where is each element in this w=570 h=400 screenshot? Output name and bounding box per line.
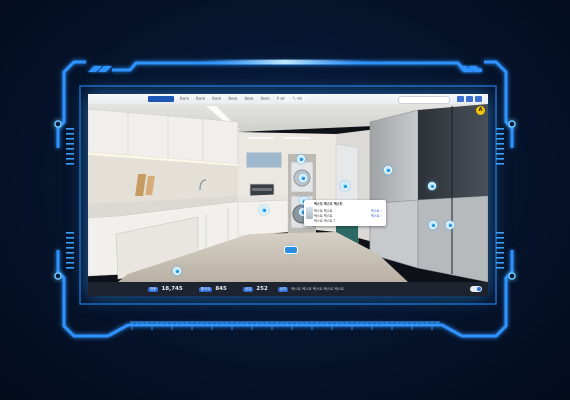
- hotspot-marker[interactable]: [428, 182, 436, 190]
- hotspot-marker[interactable]: [429, 221, 437, 229]
- window: [245, 151, 283, 169]
- nav-item[interactable]: Item: [261, 94, 270, 104]
- share-counter[interactable]: 공유 252: [242, 286, 268, 292]
- hud-side-ticks-right: [496, 128, 504, 269]
- watermark-text: TEXT: [276, 94, 309, 104]
- hud-top-light: [200, 60, 370, 64]
- stat-value: 18,745: [161, 286, 183, 292]
- hud-corner-stripes: [88, 66, 482, 72]
- nav-item[interactable]: Item: [244, 94, 253, 104]
- stat-value: 252: [256, 286, 268, 292]
- notice-ticker[interactable]: 공지 텍스트 텍스트 텍스트 텍스트 텍스트: [277, 286, 344, 292]
- nav-item[interactable]: Item: [180, 94, 189, 104]
- product-thumbnail: [306, 207, 313, 219]
- action-button[interactable]: [466, 96, 473, 102]
- notice-chip: 공지: [277, 286, 289, 292]
- like-counter[interactable]: 좋아요 845: [198, 286, 227, 292]
- stat-value: 845: [215, 286, 227, 292]
- hotspot-marker[interactable]: [260, 206, 268, 214]
- virtual-tour-screen: Item Item Item Item Item Item Item Item: [88, 94, 488, 296]
- site-logo[interactable]: [148, 96, 174, 102]
- status-bar: 방문 18,745 좋아요 845 공유 252 공지 텍스트 텍스트 텍스트 …: [88, 282, 488, 296]
- navigation-pill[interactable]: [284, 246, 298, 254]
- stat-chip: 좋아요: [198, 286, 213, 292]
- kitchen-panorama[interactable]: [88, 104, 488, 282]
- hotspot-marker[interactable]: [341, 182, 349, 190]
- popup-title: 텍스트 텍스트 텍스트: [314, 202, 343, 206]
- popup-row-text: 텍스트 텍스트: [314, 209, 333, 213]
- fridge-lower-panel: [417, 195, 488, 282]
- ceiling-light: [284, 137, 310, 139]
- nav-item[interactable]: Item: [228, 94, 237, 104]
- hotspot-marker[interactable]: [384, 166, 392, 174]
- visit-counter: 방문 18,745: [148, 286, 183, 292]
- view-toggle[interactable]: [470, 286, 482, 292]
- action-button[interactable]: [475, 96, 482, 102]
- ceiling-light: [248, 137, 274, 139]
- corner-badge[interactable]: A: [476, 106, 485, 115]
- nav-item[interactable]: Item: [196, 94, 205, 104]
- popup-row-link[interactable]: 텍스트 ›: [371, 214, 382, 218]
- notice-text: 텍스트 텍스트 텍스트 텍스트 텍스트: [291, 286, 344, 291]
- popup-row-text: 텍스트 텍스트 ?: [314, 219, 336, 223]
- search-input[interactable]: [398, 96, 450, 104]
- popup-row-text: 텍스트 텍스트: [314, 214, 333, 218]
- nav-item[interactable]: Item: [212, 94, 221, 104]
- header-actions: [457, 96, 482, 102]
- hotspot-marker[interactable]: [299, 174, 307, 182]
- stat-chip: 공유: [242, 286, 254, 292]
- hotspot-marker[interactable]: [297, 155, 305, 163]
- action-button[interactable]: [457, 96, 464, 102]
- stat-chip: 방문: [148, 286, 159, 292]
- hud-side-ticks-left: [66, 128, 74, 269]
- popup-row-link[interactable]: 텍스트 ›: [371, 209, 382, 213]
- hotspot-marker[interactable]: [446, 221, 454, 229]
- product-info-popup[interactable]: 텍스트 텍스트 텍스트 텍스트 텍스트 텍스트 › 텍스트 텍스트 텍스트 › …: [304, 200, 386, 226]
- hotspot-marker[interactable]: [173, 267, 181, 275]
